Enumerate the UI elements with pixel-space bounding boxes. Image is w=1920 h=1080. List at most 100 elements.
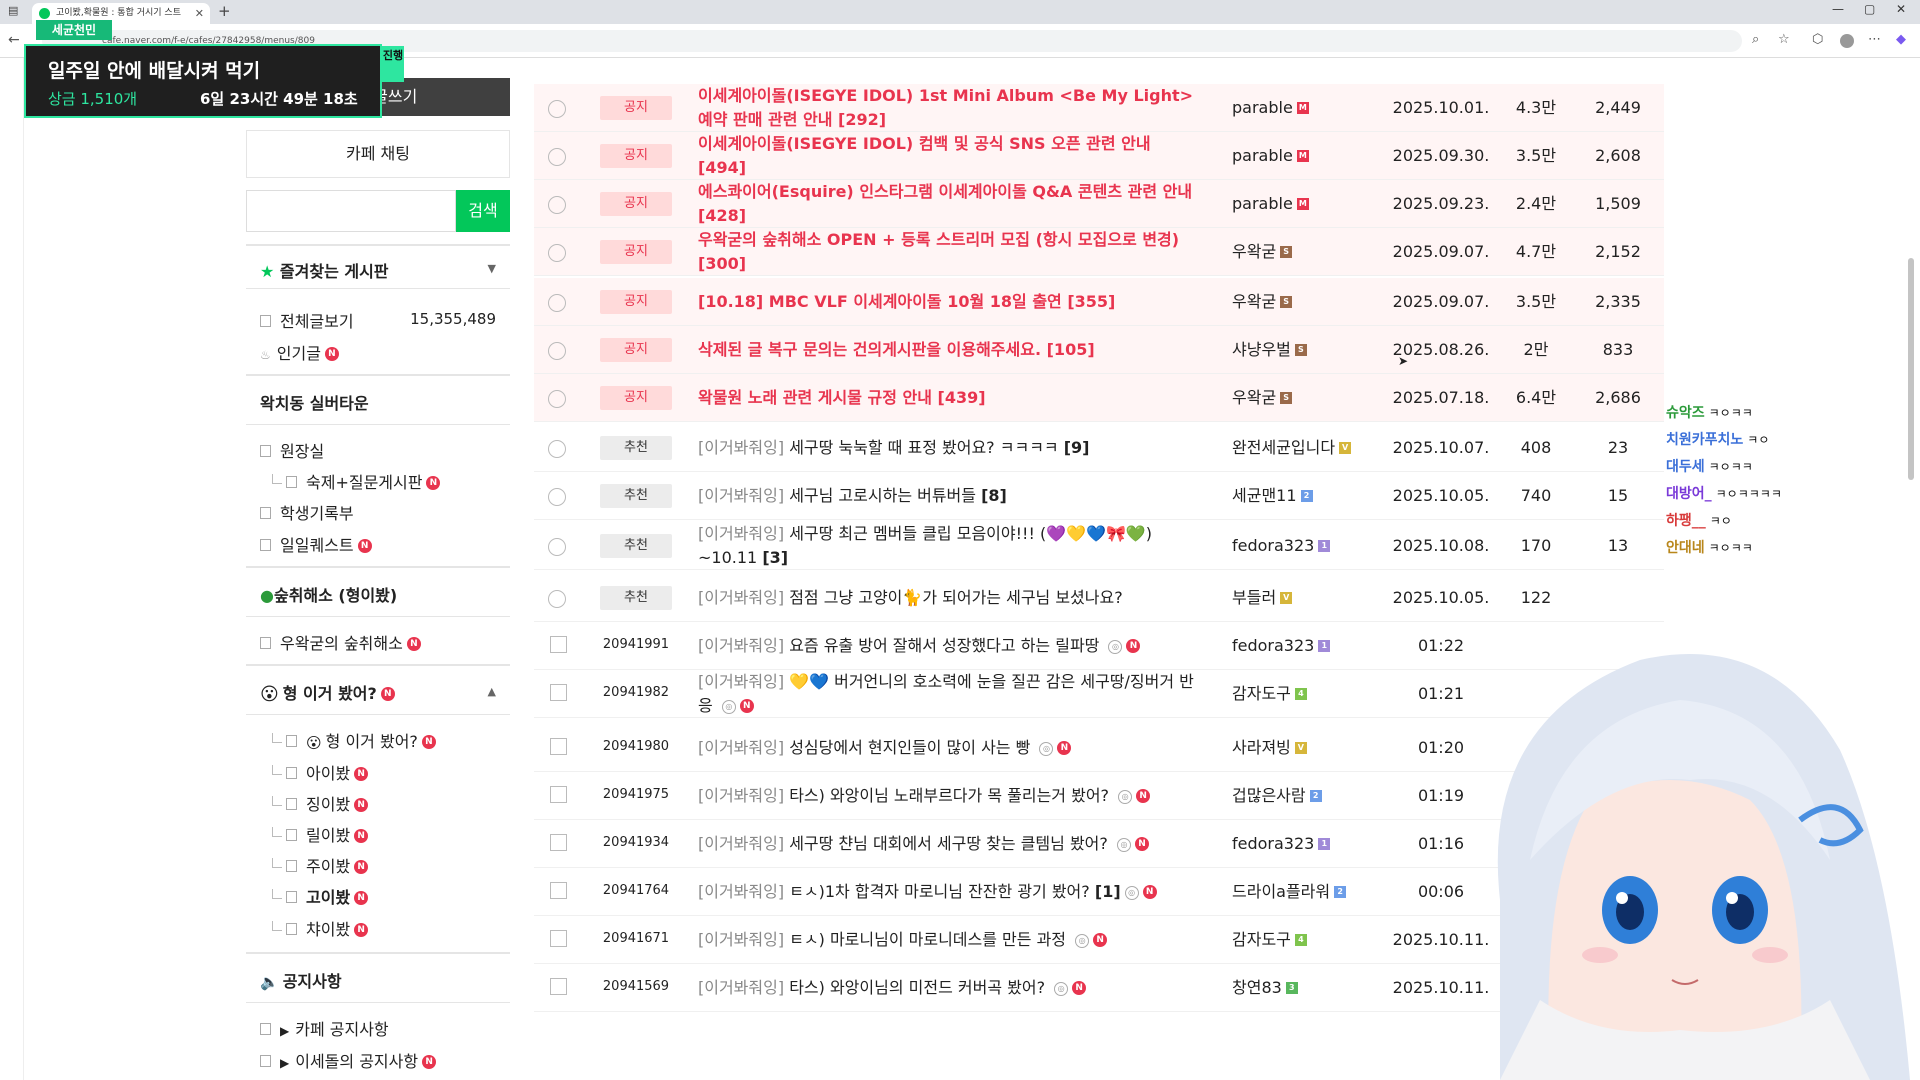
post-author[interactable]: 드라이a플라워 2 — [1232, 868, 1382, 916]
menu-records[interactable]: 학생기록부 — [260, 500, 354, 524]
table-row[interactable]: 추천 [이거봐줘잉] 세구님 고로시하는 버튜버들 [8] 세균맨11 2 2025.1… — [534, 472, 1664, 520]
post-author[interactable]: 샤냥우벌 S — [1232, 326, 1382, 374]
post-title-link[interactable]: [이거봐줘잉] 타스) 와앙이님 노래부르다가 목 풀리는거 봤어? ◎ N — [698, 784, 1198, 808]
post-title-link[interactable]: 이세계아이돌(ISEGYE IDOL) 1st Mini Album <Be M… — [698, 84, 1198, 132]
row-checkbox[interactable] — [550, 834, 567, 851]
menu-isedol-notice[interactable]: ▶ 이세돌의 공지사항 N — [260, 1048, 437, 1072]
close-window-button[interactable]: ✕ — [1896, 2, 1906, 16]
favorites-header[interactable]: ★ 즐겨찾는 게시판 — [246, 258, 510, 282]
post-author[interactable]: 우왁굳 S — [1232, 278, 1382, 326]
post-title-link[interactable]: 우왁굳의 숲취해소 OPEN + 등록 스트리머 모집 (항시 모집으로 변경)… — [698, 228, 1198, 276]
menu-go[interactable]: 고이봤 N — [272, 884, 369, 908]
post-author[interactable]: 감자도구 4 — [1232, 670, 1382, 718]
cafe-chat-button[interactable]: 카페 채팅 — [246, 130, 510, 178]
row-checkbox[interactable] — [550, 786, 567, 803]
menu-popular[interactable]: ♨ 인기글 N — [260, 340, 339, 364]
table-row[interactable]: 공지 에스콰이어(Esquire) 인스타그램 이세계아이돌 Q&A 콘텐츠 관련… — [534, 180, 1664, 228]
post-author[interactable]: 완전세균입니다 V — [1232, 424, 1382, 472]
post-author[interactable]: 부들러 V — [1232, 574, 1382, 622]
post-author[interactable]: 창연83 3 — [1232, 964, 1382, 1012]
post-author[interactable]: 사라져빙 V — [1232, 724, 1382, 772]
sidebar-toggle-icon[interactable]: ▤ — [8, 4, 18, 17]
post-title-link[interactable]: [이거봐줘잉] 세구님 고로시하는 버튜버들 [8] — [698, 484, 1198, 508]
back-icon[interactable]: ← — [8, 32, 20, 48]
menu-lil[interactable]: 릴이봤 N — [272, 822, 369, 846]
maximize-button[interactable]: ▢ — [1864, 2, 1875, 16]
post-author[interactable]: 우왁굳 S — [1232, 374, 1382, 422]
table-row[interactable]: 공지 왁물원 노래 관련 게시물 규정 안내 [439] 우왁굳 S 2025.07.1… — [534, 374, 1664, 422]
new-tab-button[interactable]: + — [218, 2, 231, 20]
zoom-icon[interactable]: ⌕ — [1752, 32, 1759, 47]
post-title-link[interactable]: [10.18] MBC VLF 이세계아이돌 10월 18일 출연 [355] — [698, 290, 1198, 314]
row-select-icon[interactable] — [548, 488, 566, 506]
chevron-up-icon[interactable]: ▲ — [488, 685, 496, 698]
post-title-link[interactable]: 삭제된 글 복구 문의는 건의게시판을 이용해주세요. [105] — [698, 338, 1198, 362]
post-title-link[interactable]: [이거봐줘잉] 타스) 와앙이님의 미전드 커버곡 봤어? ◎ N — [698, 976, 1198, 1000]
menu-icon[interactable]: ⋯ — [1868, 32, 1881, 47]
row-checkbox[interactable] — [550, 930, 567, 947]
menu-director[interactable]: 원장실 — [260, 438, 324, 462]
post-title-link[interactable]: [이거봐줘잉] 세구땅 최근 멤버들 클립 모음이야!!! (💜💛💙🎀💚) ~1… — [698, 522, 1198, 570]
table-row[interactable]: 추천 [이거봐줘잉] 세구땅 눅눅할 때 표정 봤어요? ㅋㅋㅋㅋ [9] 완전세균… — [534, 424, 1664, 472]
post-author[interactable]: parable M — [1232, 84, 1382, 132]
post-title-link[interactable]: [이거봐줘잉] 점점 그냥 고양이🐈가 되어가는 세구님 보셨나요? — [698, 586, 1198, 610]
row-select-icon[interactable] — [548, 196, 566, 214]
scrollbar-thumb[interactable] — [1908, 258, 1914, 480]
post-author[interactable]: fedora323 1 — [1232, 622, 1382, 670]
post-author[interactable]: fedora323 1 — [1232, 820, 1382, 868]
cafe-search-input[interactable] — [246, 190, 456, 232]
copilot-icon[interactable]: ◆ — [1896, 32, 1906, 47]
menu-hyung-board[interactable]: 😮 형 이거 봤어? N — [272, 728, 436, 752]
row-select-icon[interactable] — [548, 390, 566, 408]
hyung-header[interactable]: 😮 형 이거 봤어? N — [246, 680, 510, 705]
table-row[interactable]: 공지 [10.18] MBC VLF 이세계아이돌 10월 18일 출연 [355… — [534, 278, 1664, 326]
post-title-link[interactable]: [이거봐줘잉] 세구땅 눅눅할 때 표정 봤어요? ㅋㅋㅋㅋ [9] — [698, 436, 1198, 460]
menu-ai[interactable]: 아이봤 N — [272, 760, 369, 784]
row-checkbox[interactable] — [550, 636, 567, 653]
post-title-link[interactable]: [이거봐줘잉] ㅌㅅ)1차 합격자 마로니님 잔잔한 광기 봤어? [1] ◎ N — [698, 880, 1198, 904]
profile-icon[interactable] — [1840, 34, 1854, 48]
row-select-icon[interactable] — [548, 342, 566, 360]
table-row[interactable]: 공지 삭제된 글 복구 문의는 건의게시판을 이용해주세요. [105] 샤냥우벌 S… — [534, 326, 1664, 374]
row-select-icon[interactable] — [548, 100, 566, 118]
chevron-down-icon[interactable]: ▼ — [488, 262, 496, 275]
row-select-icon[interactable] — [548, 440, 566, 458]
row-checkbox[interactable] — [550, 738, 567, 755]
post-author[interactable]: 감자도구 4 — [1232, 916, 1382, 964]
row-checkbox[interactable] — [550, 882, 567, 899]
extensions-icon[interactable]: ⬡ — [1812, 32, 1823, 47]
table-row[interactable]: 추천 [이거봐줘잉] 세구땅 최근 멤버들 클립 모음이야!!! (💜💛💙🎀💚) … — [534, 522, 1664, 570]
post-title-link[interactable]: [이거봐줘잉] 세구땅 챤님 대회에서 세구땅 찾는 클템님 봤어? ◎ N — [698, 832, 1198, 856]
star-icon[interactable]: ☆ — [1778, 32, 1790, 47]
minimize-button[interactable]: — — [1832, 2, 1844, 16]
post-title-link[interactable]: [이거봐줘잉] ㅌㅅ) 마로니님이 마로니데스를 만든 과정 ◎ N — [698, 928, 1198, 952]
table-row[interactable]: 공지 이세계아이돌(ISEGYE IDOL) 컴백 및 공식 SNS 오픈 관련 … — [534, 132, 1664, 180]
post-author[interactable]: 우왁굳 S — [1232, 228, 1382, 276]
menu-rest-board[interactable]: 우왁굳의 숲취해소 N — [260, 630, 421, 654]
row-select-icon[interactable] — [548, 294, 566, 312]
menu-jing[interactable]: 징이봤 N — [272, 791, 369, 815]
post-title-link[interactable]: 이세계아이돌(ISEGYE IDOL) 컴백 및 공식 SNS 오픈 관련 안내… — [698, 132, 1198, 180]
post-author[interactable]: parable M — [1232, 132, 1382, 180]
post-title-link[interactable]: 에스콰이어(Esquire) 인스타그램 이세계아이돌 Q&A 콘텐츠 관련 안… — [698, 180, 1198, 228]
row-select-icon[interactable] — [548, 148, 566, 166]
post-title-link[interactable]: [이거봐줘잉] 요즘 유출 방어 잘해서 성장했다고 하는 릴파땅 ◎ N — [698, 634, 1198, 658]
row-checkbox[interactable] — [550, 978, 567, 995]
table-row[interactable]: 공지 이세계아이돌(ISEGYE IDOL) 1st Mini Album <Be… — [534, 84, 1664, 132]
menu-cafe-notice[interactable]: ▶ 카페 공지사항 — [260, 1016, 389, 1040]
search-button[interactable]: 검색 — [456, 190, 510, 232]
row-select-icon[interactable] — [548, 244, 566, 262]
close-tab-icon[interactable]: ✕ — [195, 3, 204, 24]
menu-ju[interactable]: 주이봤 N — [272, 853, 369, 877]
post-author[interactable]: parable M — [1232, 180, 1382, 228]
post-title-link[interactable]: 왁물원 노래 관련 게시물 규정 안내 [439] — [698, 386, 1198, 410]
table-row[interactable]: 공지 우왁굳의 숲취해소 OPEN + 등록 스트리머 모집 (항시 모집으로 변… — [534, 228, 1664, 276]
post-author[interactable]: 세균맨11 2 — [1232, 472, 1382, 520]
post-title-link[interactable]: [이거봐줘잉] 💛💙 버거언니의 호소력에 눈을 질끈 감은 세구땅/징버거 반… — [698, 670, 1198, 718]
post-author[interactable]: fedora323 1 — [1232, 522, 1382, 570]
post-author[interactable]: 겁많은사람 2 — [1232, 772, 1382, 820]
menu-cha[interactable]: 챠이봤 N — [272, 916, 369, 940]
post-title-link[interactable]: [이거봐줘잉] 성심당에서 현지인들이 많이 사는 빵 ◎ N — [698, 736, 1198, 760]
menu-homework[interactable]: 숙제+질문게시판 N — [272, 469, 441, 493]
row-checkbox[interactable] — [550, 684, 567, 701]
